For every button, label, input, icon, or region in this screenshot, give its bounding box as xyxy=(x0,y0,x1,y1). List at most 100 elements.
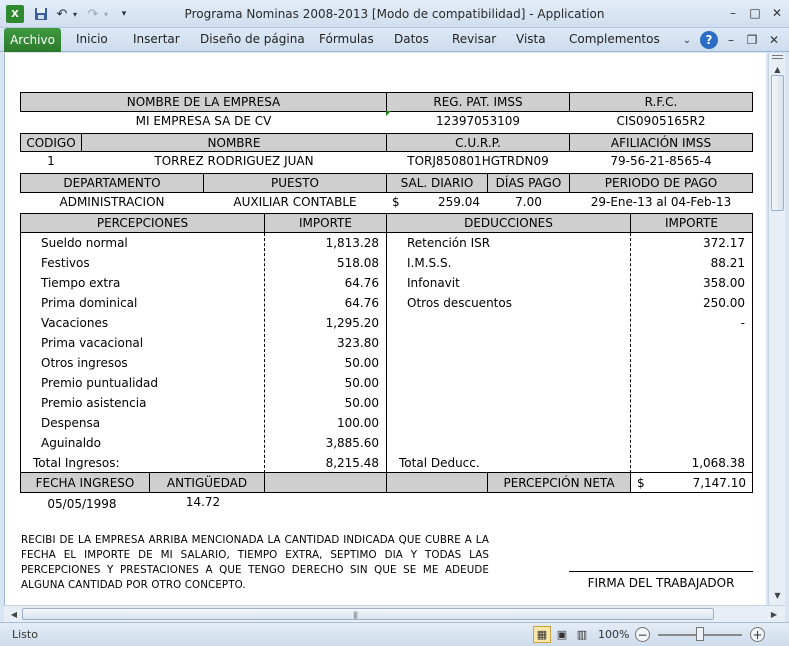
window-title: Programa Nominas 2008-2013 [Modo de comp… xyxy=(184,7,605,21)
collapse-ribbon-icon[interactable]: ⌄ xyxy=(678,31,696,49)
department-value[interactable]: ADMINISTRACION xyxy=(20,193,204,211)
curp-header: C.U.R.P. xyxy=(386,133,570,152)
box-right-border xyxy=(752,213,753,493)
page-layout-view-icon[interactable]: ▣ xyxy=(553,626,571,643)
perception-label[interactable]: Aguinaldo xyxy=(41,434,101,452)
perception-label[interactable]: Despensa xyxy=(41,414,100,432)
department-header: DEPARTAMENTO xyxy=(20,173,204,193)
position-header: PUESTO xyxy=(203,173,387,193)
rfc-header: R.F.C. xyxy=(569,92,753,112)
signature-label: FIRMA DEL TRABAJADOR xyxy=(587,576,735,590)
perception-amount[interactable]: 3,885.60 xyxy=(267,434,379,452)
status-text: Listo xyxy=(12,628,38,641)
net-pay-cell[interactable]: $ 7,147.10 xyxy=(630,472,753,493)
perception-label[interactable]: Otros ingresos xyxy=(41,354,128,372)
pay-period-value[interactable]: 29-Ene-13 al 04-Feb-13 xyxy=(569,193,753,211)
maximize-button[interactable]: □ xyxy=(744,4,766,22)
normal-view-icon[interactable]: ▦ xyxy=(533,626,551,643)
perception-label[interactable]: Premio puntualidad xyxy=(41,374,158,392)
employee-name[interactable]: TORREZ RODRIGUEZ JUAN xyxy=(81,152,387,170)
start-date-value[interactable]: 05/05/1998 xyxy=(20,495,144,513)
perception-amount[interactable]: 50.00 xyxy=(267,354,379,372)
workbook-restore-icon[interactable]: ❐ xyxy=(743,31,761,49)
reg-pat-value[interactable]: 12397053109 xyxy=(386,112,570,130)
perception-label[interactable]: Vacaciones xyxy=(41,314,108,332)
scroll-left-icon[interactable]: ◀ xyxy=(6,606,22,622)
tab-file[interactable]: Archivo xyxy=(4,28,61,52)
tab-review[interactable]: Revisar xyxy=(452,32,496,46)
help-icon[interactable]: ? xyxy=(700,31,718,49)
perception-amount[interactable]: 64.76 xyxy=(267,274,379,292)
deductions-divider xyxy=(630,233,631,473)
zoom-in-icon[interactable]: + xyxy=(750,627,765,642)
deduction-label[interactable]: Infonavit xyxy=(407,274,460,292)
curp-value[interactable]: TORJ850801HGTRDN09 xyxy=(386,152,570,170)
worksheet[interactable]: NOMBRE DE LA EMPRESA REG. PAT. IMSS R.F.… xyxy=(4,53,766,605)
tab-formulas[interactable]: Fórmulas xyxy=(319,32,374,46)
perception-amount[interactable]: 323.80 xyxy=(267,334,379,352)
footer-blank-cell xyxy=(386,472,488,493)
workbook-minimize-icon[interactable]: – xyxy=(722,31,740,49)
receipt-text: RECIBI DE LA EMPRESA ARRIBA MENCIONADA L… xyxy=(21,534,489,591)
tab-page-layout[interactable]: Diseño de página xyxy=(200,32,305,46)
perception-amount[interactable]: 1,295.20 xyxy=(267,314,379,332)
deduction-amount[interactable]: 372.17 xyxy=(633,234,745,252)
perception-label[interactable]: Tiempo extra xyxy=(41,274,120,292)
pay-days-value[interactable]: 7.00 xyxy=(487,193,570,211)
employee-code[interactable]: 1 xyxy=(20,152,82,170)
tab-data[interactable]: Datos xyxy=(394,32,429,46)
rfc-value[interactable]: CIS0905165R2 xyxy=(569,112,753,130)
perception-amount[interactable]: 50.00 xyxy=(267,394,379,412)
net-pay-currency: $ xyxy=(637,475,645,490)
start-date-header: FECHA INGRESO xyxy=(20,472,150,493)
page-break-view-icon[interactable]: ▥ xyxy=(573,626,591,643)
perception-amount[interactable]: 1,813.28 xyxy=(267,234,379,252)
horizontal-scrollbar[interactable]: ◀ ||| ▶ xyxy=(4,605,785,622)
daily-salary-value[interactable]: 259.04 xyxy=(386,193,480,211)
perception-label[interactable]: Sueldo normal xyxy=(41,234,128,252)
total-income-value[interactable]: 8,215.48 xyxy=(267,454,379,472)
vertical-scrollbar[interactable]: ▲ ▼ xyxy=(768,53,785,605)
perception-amount[interactable]: 50.00 xyxy=(267,374,379,392)
zoom-slider-thumb[interactable] xyxy=(696,627,704,641)
scroll-right-icon[interactable]: ▶ xyxy=(766,606,782,622)
company-name[interactable]: MI EMPRESA SA DE CV xyxy=(20,112,387,130)
total-deductions-value[interactable]: 1,068.38 xyxy=(633,454,745,472)
close-button[interactable]: ✕ xyxy=(766,4,788,22)
horizontal-scroll-thumb[interactable]: ||| xyxy=(22,608,714,620)
deduction-label[interactable]: Retención ISR xyxy=(407,234,490,252)
seniority-value[interactable]: 14.72 xyxy=(149,493,257,511)
employee-name-header: NOMBRE xyxy=(81,133,387,152)
workbook-close-icon[interactable]: ✕ xyxy=(765,31,783,49)
perceptions-divider xyxy=(264,233,265,473)
minimize-button[interactable]: – xyxy=(722,4,744,22)
perception-amount[interactable]: 64.76 xyxy=(267,294,379,312)
signature-line xyxy=(569,571,753,572)
zoom-out-icon[interactable]: − xyxy=(635,627,650,642)
perception-label[interactable]: Prima dominical xyxy=(41,294,137,312)
deduction-amount[interactable]: 250.00 xyxy=(633,294,745,312)
tab-insert[interactable]: Insertar xyxy=(133,32,180,46)
scroll-down-icon[interactable]: ▼ xyxy=(769,587,786,603)
perception-label[interactable]: Festivos xyxy=(41,254,90,272)
deduction-amount[interactable]: 88.21 xyxy=(633,254,745,272)
deductions-header: DEDUCCIONES xyxy=(386,213,631,233)
deduction-amount[interactable]: - xyxy=(633,314,745,332)
imss-header: AFILIACIÓN IMSS xyxy=(569,133,753,152)
zoom-level[interactable]: 100% xyxy=(598,628,629,641)
perception-amount[interactable]: 100.00 xyxy=(267,414,379,432)
perception-label[interactable]: Prima vacacional xyxy=(41,334,143,352)
tab-view[interactable]: Vista xyxy=(516,32,546,46)
deduction-label[interactable]: I.M.S.S. xyxy=(407,254,451,272)
deduction-amount[interactable]: 358.00 xyxy=(633,274,745,292)
split-handle-icon[interactable] xyxy=(772,55,783,59)
tab-home[interactable]: Inicio xyxy=(76,32,108,46)
perception-amount[interactable]: 518.08 xyxy=(267,254,379,272)
deduction-label[interactable]: Otros descuentos xyxy=(407,294,512,312)
vertical-scroll-thumb[interactable] xyxy=(771,75,784,211)
title-bar: X ↶ ▾ ↷ ▾ ▾ Programa Nominas 2008-2013 [… xyxy=(0,0,789,28)
perception-label[interactable]: Premio asistencia xyxy=(41,394,146,412)
imss-value[interactable]: 79-56-21-8565-4 xyxy=(569,152,753,170)
position-value[interactable]: AUXILIAR CONTABLE xyxy=(203,193,387,211)
tab-add-ins[interactable]: Complementos xyxy=(569,32,660,46)
